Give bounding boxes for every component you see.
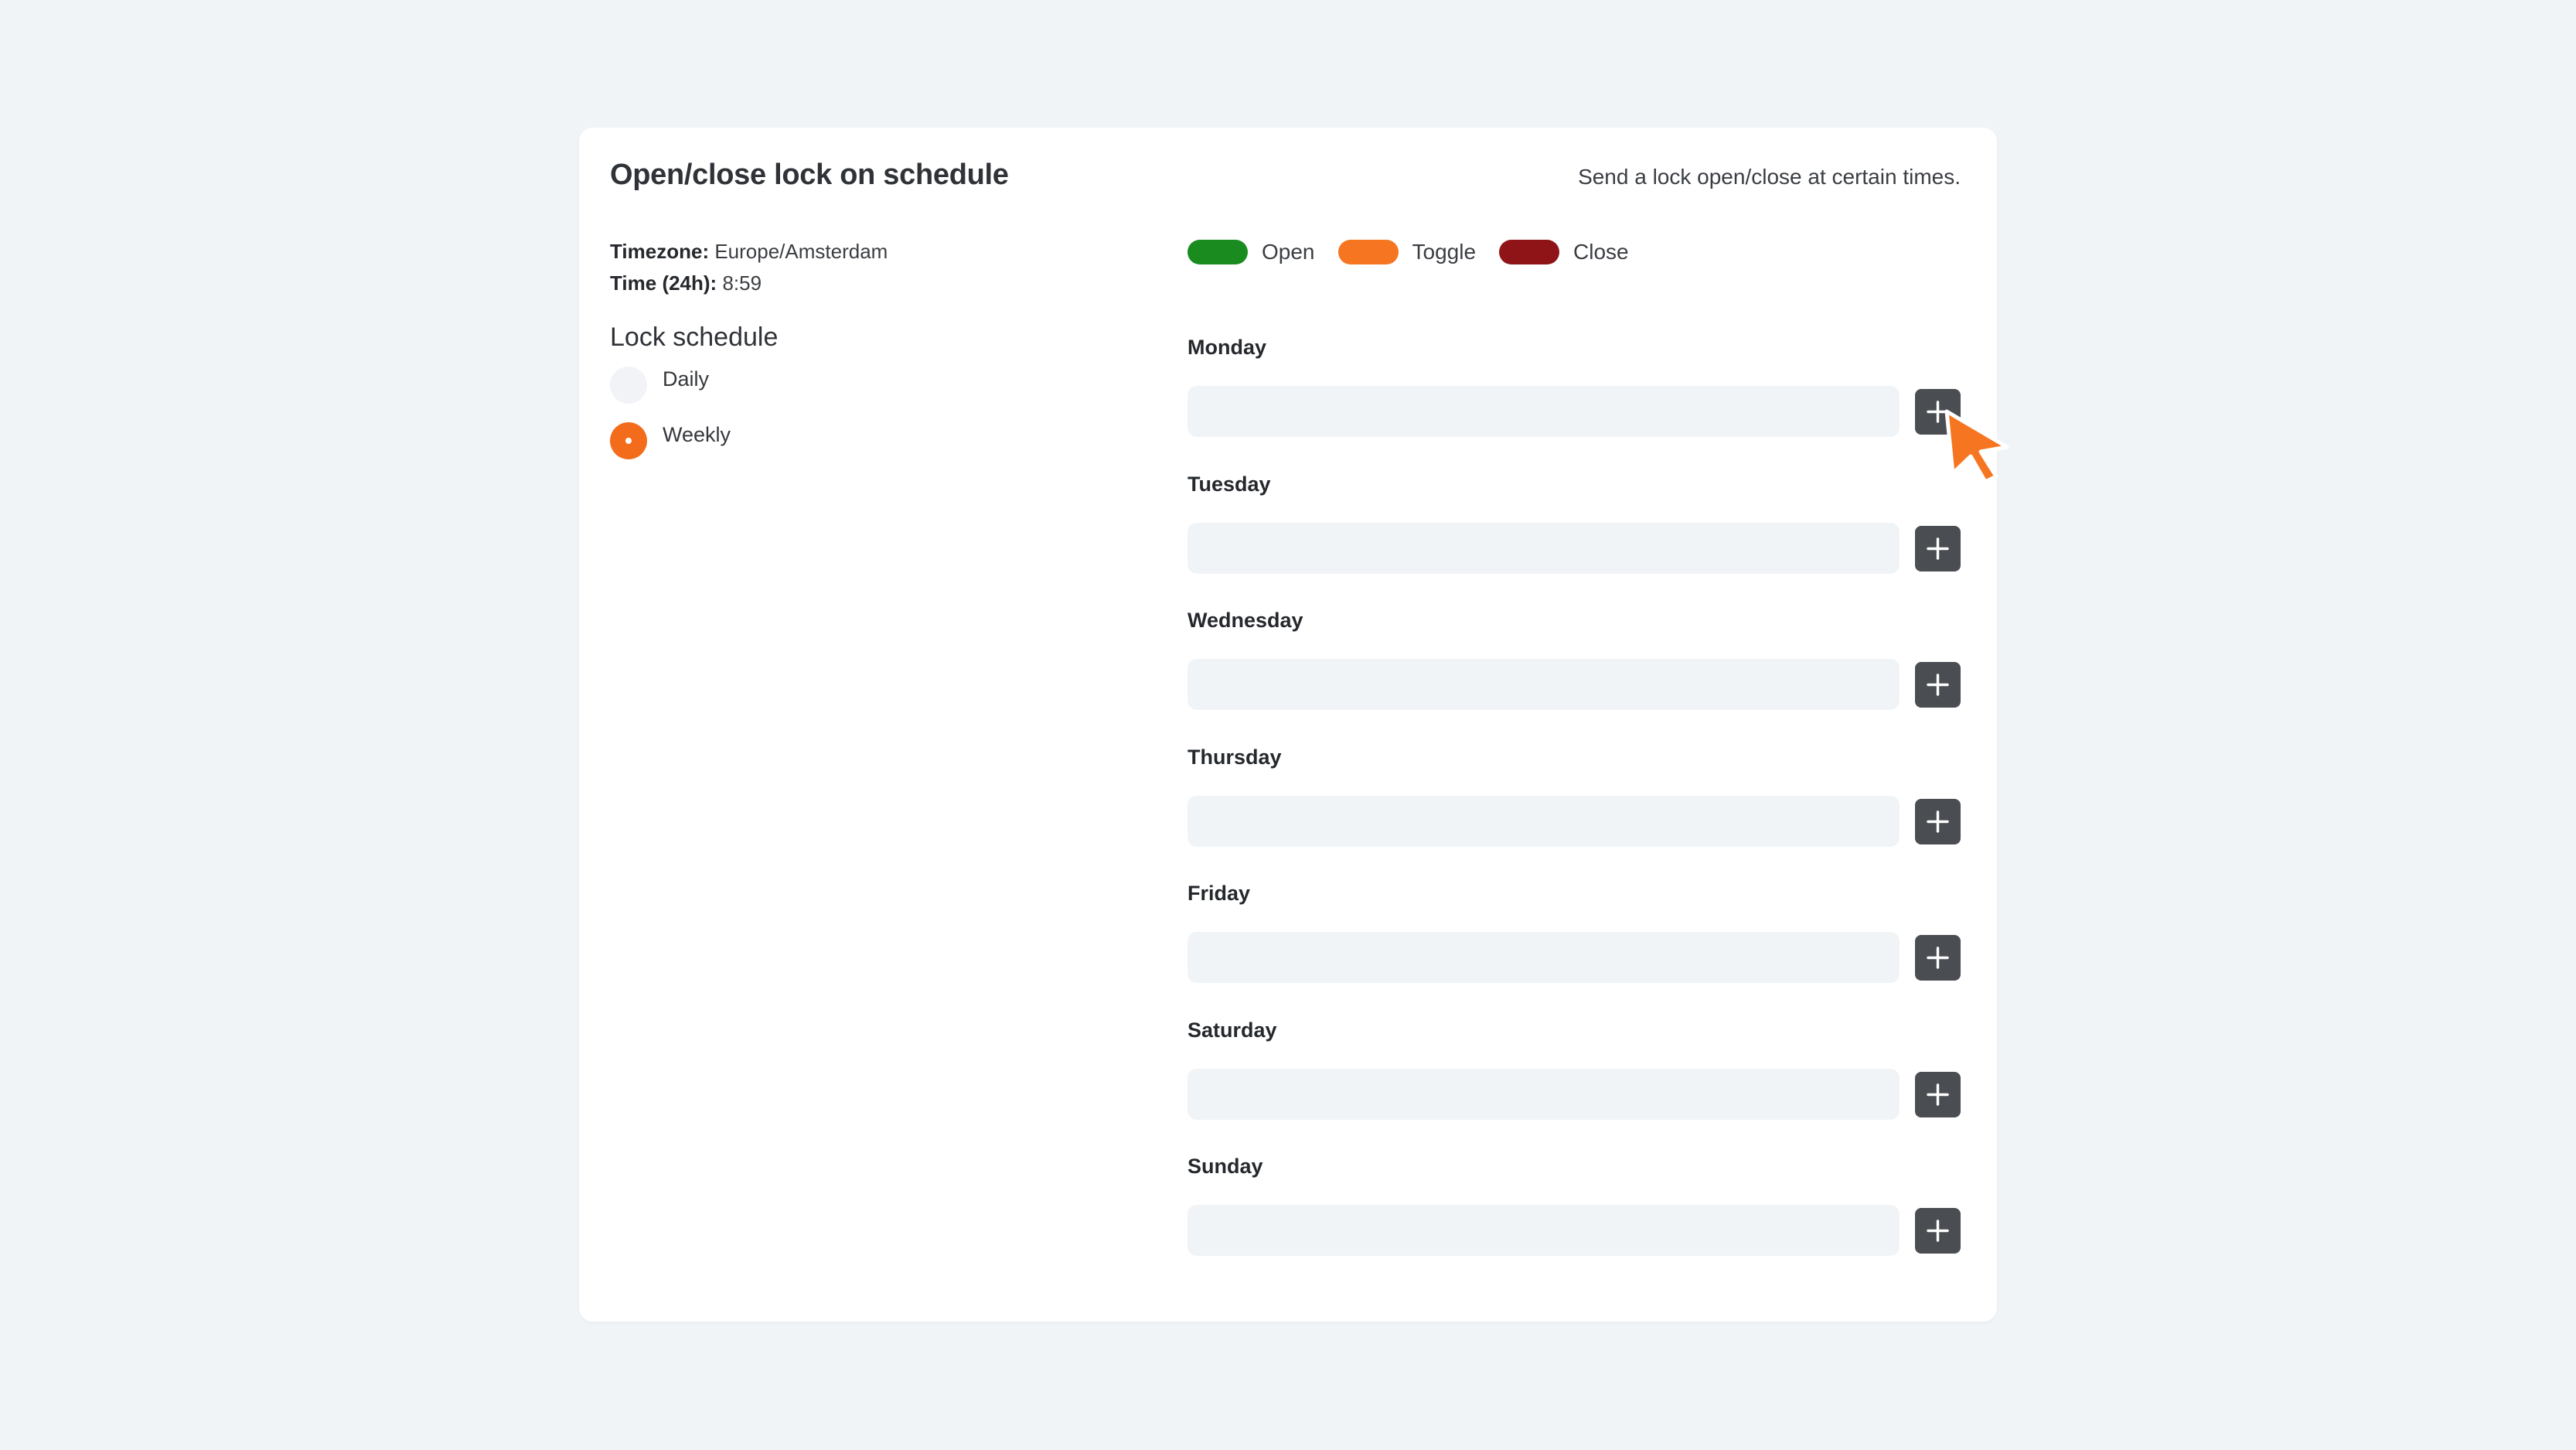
radio-weekly-label: Weekly <box>663 422 731 446</box>
day-label-tuesday: Tuesday <box>1187 473 1271 496</box>
timezone-value: Europe/Amsterdam <box>714 240 888 263</box>
plus-icon <box>1927 947 1949 969</box>
tuesday-schedule-input[interactable] <box>1187 523 1900 574</box>
legend-toggle-swatch <box>1337 240 1399 264</box>
card-title: Open/close lock on schedule <box>610 159 1009 191</box>
plus-icon <box>1927 1083 1949 1106</box>
add-tuesday-button[interactable] <box>1915 526 1961 571</box>
add-wednesday-button[interactable] <box>1915 662 1961 708</box>
saturday-schedule-input[interactable] <box>1187 1069 1900 1120</box>
lock-schedule-title: Lock schedule <box>610 322 779 352</box>
plus-icon <box>1927 810 1949 833</box>
add-friday-button[interactable] <box>1915 935 1961 981</box>
wednesday-schedule-input[interactable] <box>1187 659 1900 710</box>
legend-close: Close <box>1499 240 1629 264</box>
sunday-schedule-input[interactable] <box>1187 1205 1900 1256</box>
card-description: Send a lock open/close at certain times. <box>1578 165 1961 189</box>
time-label: Time (24h): <box>610 271 717 295</box>
radio-daily[interactable]: Daily <box>610 367 709 404</box>
plus-icon <box>1927 674 1949 696</box>
day-label-wednesday: Wednesday <box>1187 609 1303 632</box>
day-label-monday: Monday <box>1187 336 1267 359</box>
day-label-friday: Friday <box>1187 882 1251 905</box>
radio-daily-circle[interactable] <box>610 367 647 404</box>
legend-close-label: Close <box>1573 240 1629 264</box>
plus-icon <box>1927 401 1949 423</box>
timezone-info: Timezone: Europe/Amsterdam <box>610 240 888 264</box>
time-info: Time (24h): 8:59 <box>610 271 762 295</box>
radio-weekly[interactable]: Weekly <box>610 422 731 459</box>
radio-daily-label: Daily <box>663 367 710 391</box>
legend-close-swatch <box>1499 240 1560 264</box>
timezone-label: Timezone: <box>610 240 710 263</box>
action-legend: Open Toggle Close <box>1187 240 1652 264</box>
thursday-schedule-input[interactable] <box>1187 796 1900 847</box>
legend-open-swatch <box>1187 240 1248 264</box>
plus-icon <box>1927 537 1949 560</box>
day-label-saturday: Saturday <box>1187 1018 1277 1042</box>
add-sunday-button[interactable] <box>1915 1208 1961 1254</box>
day-label-thursday: Thursday <box>1187 745 1282 769</box>
legend-toggle: Toggle <box>1337 240 1477 264</box>
legend-toggle-label: Toggle <box>1412 240 1477 264</box>
monday-schedule-input[interactable] <box>1187 386 1900 437</box>
add-monday-button[interactable] <box>1915 389 1961 435</box>
friday-schedule-input[interactable] <box>1187 932 1900 983</box>
legend-open: Open <box>1187 240 1315 264</box>
legend-open-label: Open <box>1262 240 1315 264</box>
time-value: 8:59 <box>722 271 762 295</box>
day-label-sunday: Sunday <box>1187 1155 1263 1178</box>
add-saturday-button[interactable] <box>1915 1072 1961 1117</box>
add-thursday-button[interactable] <box>1915 799 1961 844</box>
plus-icon <box>1927 1220 1949 1242</box>
radio-weekly-circle[interactable] <box>610 422 647 459</box>
schedule-card: Open/close lock on schedule Send a lock … <box>579 128 1997 1322</box>
